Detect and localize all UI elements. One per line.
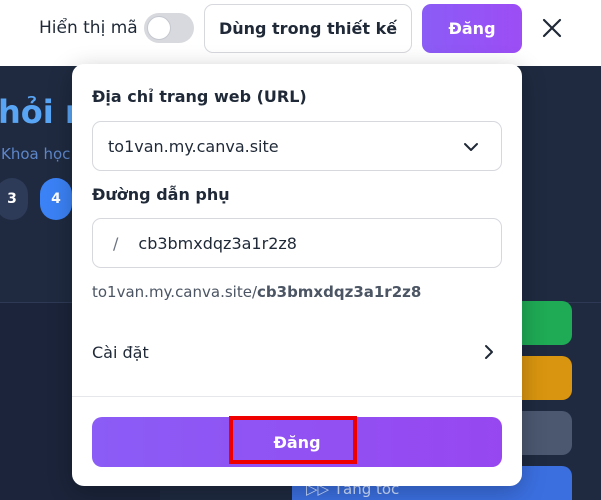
publish-popover: Địa chỉ trang web (URL) to1van.my.canva.… xyxy=(72,64,522,486)
subpath-label: Đường dẫn phụ xyxy=(92,185,230,204)
url-value: to1van.my.canva.site xyxy=(108,136,279,156)
show-code-toggle[interactable] xyxy=(144,13,194,43)
chevron-right-icon xyxy=(485,345,493,359)
close-button[interactable] xyxy=(536,12,568,44)
canvas-pill-active: 4 xyxy=(40,178,72,220)
close-icon xyxy=(542,18,562,38)
subpath-input[interactable]: / cb3bmxdqz3a1r2z8 xyxy=(92,218,502,268)
settings-label: Cài đặt xyxy=(92,342,149,362)
url-dropdown[interactable]: to1van.my.canva.site xyxy=(92,121,502,171)
toggle-knob xyxy=(147,16,171,40)
full-url-preview: to1van.my.canva.site/cb3bmxdqz3a1r2z8 xyxy=(92,283,421,301)
use-in-design-button[interactable]: Dùng trong thiết kế xyxy=(204,4,412,53)
canvas-subtitle: Khoa học xyxy=(1,145,71,163)
show-code-label: Hiển thị mã xyxy=(39,18,138,38)
canvas-pill: 3 xyxy=(0,178,28,220)
url-label: Địa chỉ trang web (URL) xyxy=(92,87,307,106)
subpath-value: cb3bmxdqz3a1r2z8 xyxy=(138,233,297,253)
subpath-slash: / xyxy=(113,233,119,253)
settings-row[interactable]: Cài đặt xyxy=(92,334,502,370)
full-url-path: cb3bmxdqz3a1r2z8 xyxy=(257,283,422,301)
popover-divider xyxy=(72,396,522,397)
full-url-domain: to1van.my.canva.site/ xyxy=(92,283,257,301)
top-bar: Hiển thị mã Dùng trong thiết kế Đăng xyxy=(0,0,601,66)
chevron-down-icon xyxy=(464,143,478,151)
publish-top-button[interactable]: Đăng xyxy=(422,4,522,53)
publish-button[interactable]: Đăng xyxy=(92,417,502,467)
